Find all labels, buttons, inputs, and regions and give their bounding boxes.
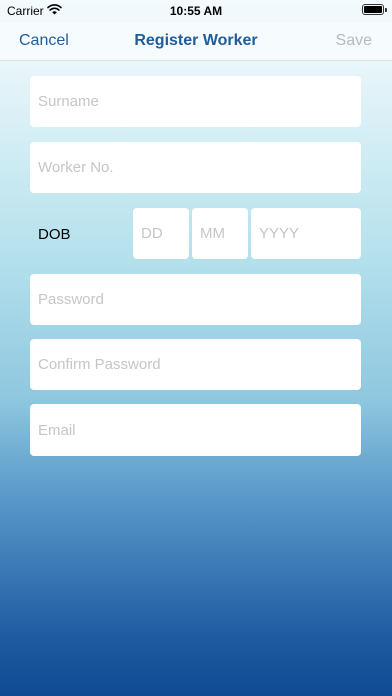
- save-button[interactable]: Save: [336, 32, 372, 50]
- navigation-bar: Cancel Register Worker Save: [0, 22, 392, 61]
- clock: 10:55 AM: [169, 4, 223, 18]
- password-field[interactable]: Password: [30, 274, 361, 325]
- page-title: Register Worker: [134, 32, 258, 49]
- worker-no-field[interactable]: Worker No.: [30, 142, 361, 193]
- confirm-password-field[interactable]: Confirm Password: [30, 339, 361, 390]
- dob-label: DOB: [38, 226, 71, 243]
- email-field[interactable]: Email: [30, 404, 361, 456]
- battery-icon: [362, 4, 387, 15]
- dob-day-field[interactable]: DD: [133, 208, 189, 259]
- status-bar: Carrier 10:55 AM: [0, 0, 392, 22]
- dob-year-field[interactable]: YYYY: [251, 208, 361, 259]
- surname-field[interactable]: Surname: [30, 76, 361, 127]
- dob-month-field[interactable]: MM: [192, 208, 248, 259]
